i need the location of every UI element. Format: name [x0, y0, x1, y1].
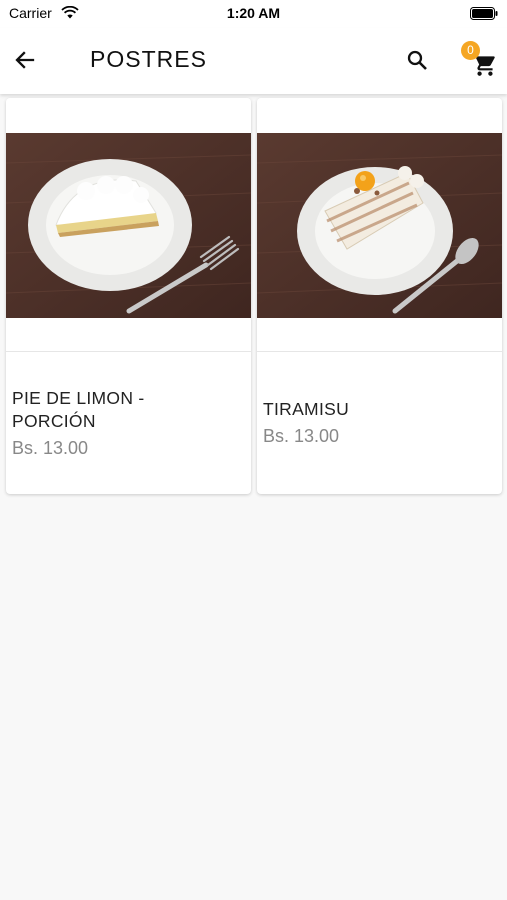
product-card[interactable]: TIRAMISU Bs. 13.00: [257, 98, 502, 494]
product-price: Bs. 13.00: [12, 437, 89, 458]
product-image-area: [6, 98, 251, 352]
back-button[interactable]: [10, 45, 40, 75]
product-info: TIRAMISU Bs. 13.00: [257, 353, 502, 494]
product-photo: [6, 133, 251, 318]
product-name: TIRAMISU: [263, 399, 350, 419]
search-icon: [407, 50, 427, 70]
search-button[interactable]: [402, 45, 432, 75]
battery-icon: [470, 7, 498, 25]
product-photo: [257, 133, 502, 318]
cart-count-badge: 0: [461, 41, 480, 60]
product-info: PIE DE LIMON - PORCIÓN Bs. 13.00: [6, 353, 251, 494]
status-bar: Carrier 1:20 AM: [0, 0, 507, 28]
product-image-area: [257, 98, 502, 352]
product-name: PIE DE LIMON - PORCIÓN: [12, 387, 145, 431]
product-price: Bs. 13.00: [263, 426, 340, 446]
product-card[interactable]: PIE DE LIMON - PORCIÓN Bs. 13.00: [6, 98, 251, 494]
status-time: 1:20 AM: [226, 5, 281, 21]
app-bar: POSTRES 0: [0, 28, 507, 94]
page-title: POSTRES: [90, 46, 207, 72]
arrow-left-icon: [15, 51, 35, 69]
